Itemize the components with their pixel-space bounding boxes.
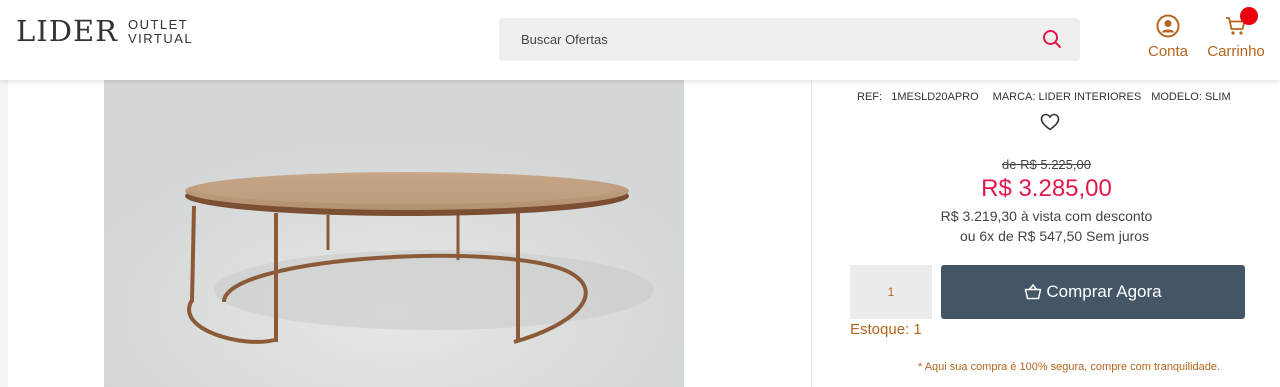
product-ref: REF: 1MESLD20APRO [857, 91, 979, 103]
cart-count-badge [1240, 7, 1258, 25]
product-meta: REF: 1MESLD20APRO MARCA: LIDER INTERIORE… [857, 91, 1231, 103]
site-header: LIDER OUTLET VIRTUAL Buscar Ofertas Cont… [0, 0, 1280, 80]
search-icon[interactable] [1042, 29, 1062, 49]
secure-note: * Aqui sua compra é 100% segura, compre … [917, 361, 1221, 373]
cash-price: R$ 3.219,30 à vista com desconto [940, 208, 1153, 224]
account-button[interactable]: Conta [1146, 13, 1190, 60]
installments: ou 6x de R$ 547,50 Sem juros [959, 228, 1150, 244]
product-brand: MARCA: LIDER INTERIORES [992, 91, 1142, 103]
coffee-table-image [104, 80, 684, 387]
basket-icon [1025, 283, 1042, 300]
account-label: Conta [1147, 43, 1189, 60]
logo-sub-line-1: OUTLET [127, 17, 189, 32]
buy-now-button[interactable]: Comprar Agora [941, 265, 1245, 319]
search-bar[interactable]: Buscar Ofertas [499, 18, 1080, 61]
product-image[interactable] [104, 80, 684, 387]
cart-label: Carrinho [1207, 43, 1265, 60]
site-logo[interactable]: LIDER OUTLET VIRTUAL [16, 16, 193, 46]
buy-now-label: Comprar Agora [1046, 282, 1162, 301]
search-input[interactable]: Buscar Ofertas [521, 18, 608, 61]
quantity-input[interactable]: 1 [850, 265, 932, 319]
cart-button[interactable]: Carrinho [1205, 7, 1267, 60]
product-model: MODELO: SLIM [1151, 91, 1231, 103]
logo-sub-line-2: VIRTUAL [127, 31, 194, 46]
stock-info: Estoque: 1 [850, 321, 922, 338]
logo-main-text: LIDER [16, 14, 118, 48]
old-price: de R$ 5.225,00 [1002, 157, 1091, 172]
logo-sub-text: OUTLET VIRTUAL [128, 18, 193, 46]
current-price: R$ 3.285,00 [981, 175, 1112, 202]
user-circle-icon [1156, 14, 1180, 38]
heart-icon[interactable] [1040, 113, 1060, 131]
